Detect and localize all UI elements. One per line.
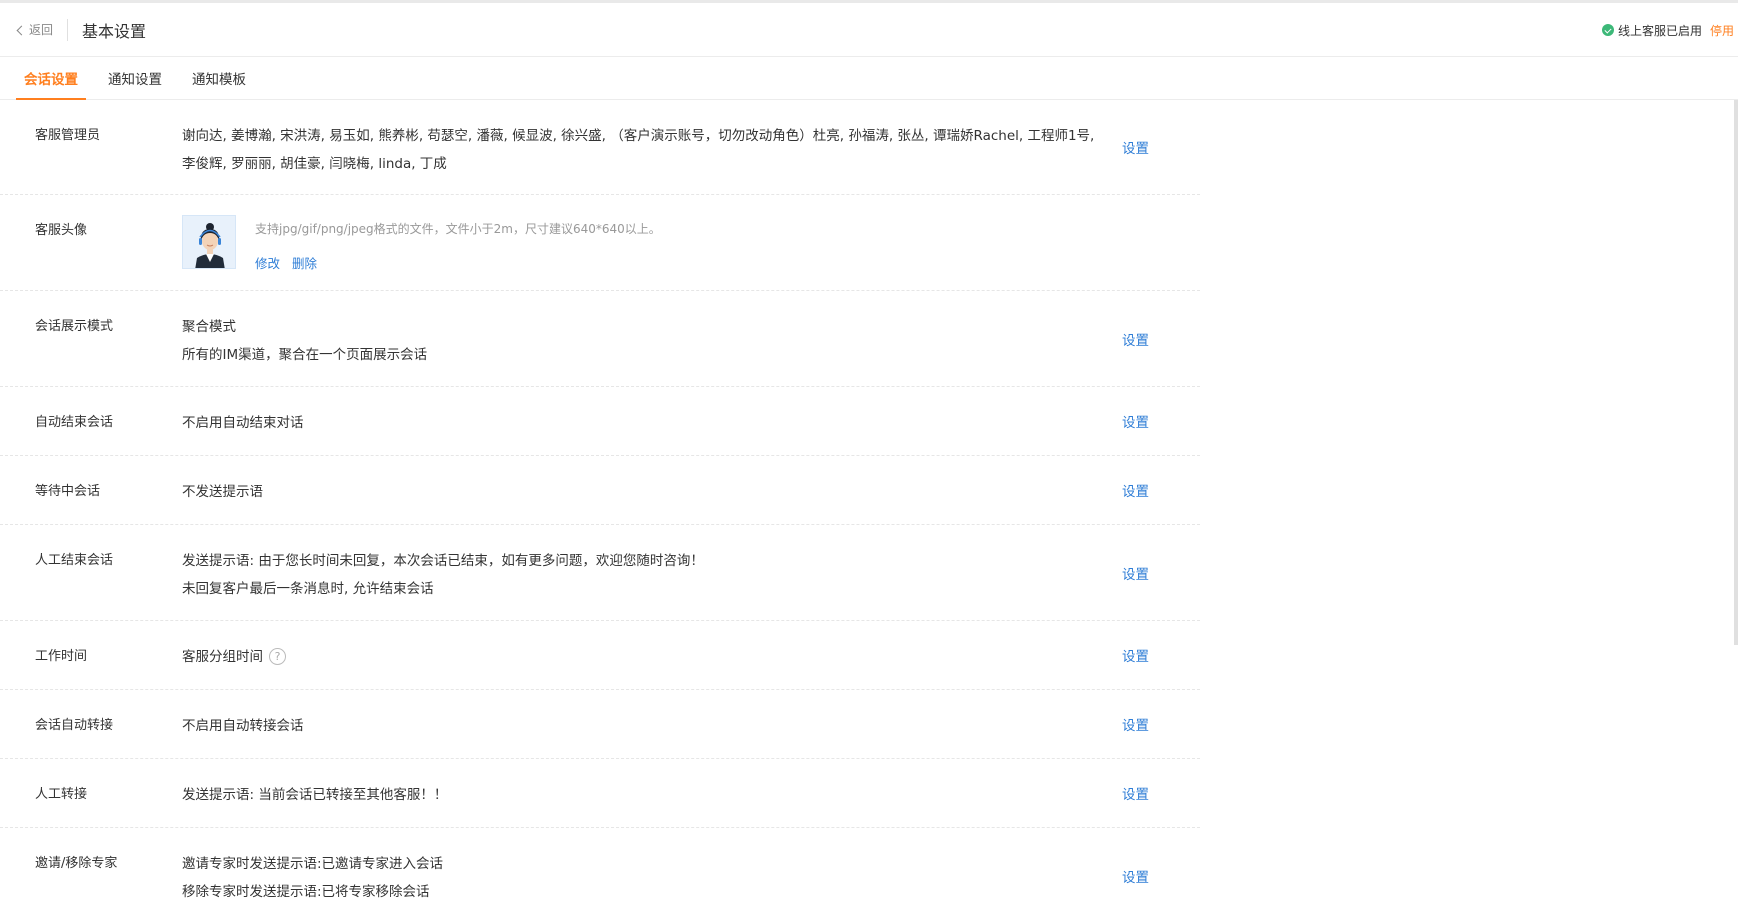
- status-text: 线上客服已启用: [1617, 23, 1702, 38]
- tab-notification-settings[interactable]: 通知设置: [100, 56, 170, 99]
- work-time-line1: 客服分组时间: [182, 649, 263, 665]
- scrollbar[interactable]: [1734, 100, 1738, 645]
- display-mode-line2: 所有的IM渠道，聚合在一个页面展示会话: [182, 347, 428, 363]
- row-admins: 客服管理员 谢向达, 姜博瀚, 宋洪涛, 易玉如, 熊养彬, 苟瑟空, 潘薇, …: [0, 100, 1200, 195]
- delete-avatar-link[interactable]: 删除: [292, 256, 317, 271]
- admins-line2: 李俊辉, 罗丽丽, 胡佳豪, 闫晓梅, linda, 丁成: [182, 156, 447, 172]
- row-label: 人工结束会话: [35, 553, 114, 568]
- row-label: 等待中会话: [35, 484, 101, 499]
- chevron-left-icon: [16, 25, 27, 35]
- avatar: [182, 215, 236, 269]
- avatar-actions: 修改 删除: [255, 254, 661, 274]
- expert-line1: 邀请专家时发送提示语:已邀请专家进入会话: [182, 856, 444, 872]
- manual-transfer-line1: 发送提示语: 当前会话已转接至其他客服！！: [182, 787, 448, 803]
- back-button[interactable]: 返回: [16, 21, 54, 38]
- manual-end-line1: 发送提示语: 由于您长时间未回复，本次会话已结束，如有更多问题，欢迎您随时咨询！: [182, 553, 704, 569]
- page-title: 基本设置: [82, 21, 147, 41]
- set-work-time-button[interactable]: 设置: [1122, 645, 1149, 665]
- row-waiting: 等待中会话 不发送提示语 设置: [0, 456, 1200, 525]
- row-manual-end: 人工结束会话 发送提示语: 由于您长时间未回复，本次会话已结束，如有更多问题，欢…: [0, 525, 1200, 621]
- row-value: 不启用自动结束对话: [182, 387, 1112, 455]
- row-label: 客服管理员: [35, 128, 101, 143]
- auto-end-line1: 不启用自动结束对话: [182, 415, 304, 431]
- row-value: 谢向达, 姜博瀚, 宋洪涛, 易玉如, 熊养彬, 苟瑟空, 潘薇, 候显波, 徐…: [182, 100, 1112, 194]
- row-value: 发送提示语: 由于您长时间未回复，本次会话已结束，如有更多问题，欢迎您随时咨询！…: [182, 525, 1112, 620]
- set-manual-end-button[interactable]: 设置: [1122, 563, 1149, 583]
- manual-end-line2: 未回复客户最后一条消息时, 允许结束会话: [182, 581, 434, 597]
- row-avatar: 客服头像 支持jpg/gif/png/jpeg格式的文件，文件小于2m，尺寸建议…: [0, 195, 1200, 291]
- back-label: 返回: [29, 23, 54, 37]
- tab-session-settings[interactable]: 会话设置: [16, 56, 86, 100]
- row-value: 不启用自动转接会话: [182, 690, 1112, 758]
- set-waiting-button[interactable]: 设置: [1122, 480, 1149, 500]
- disable-button[interactable]: 停用: [1710, 22, 1734, 39]
- admins-line1: 谢向达, 姜博瀚, 宋洪涛, 易玉如, 熊养彬, 苟瑟空, 潘薇, 候显波, 徐…: [182, 128, 1095, 144]
- row-label: 会话自动转接: [35, 718, 114, 733]
- display-mode-line1: 聚合模式: [182, 319, 236, 335]
- avatar-info: 支持jpg/gif/png/jpeg格式的文件，文件小于2m，尺寸建议640*6…: [255, 215, 661, 274]
- row-value: 不发送提示语: [182, 456, 1112, 524]
- service-status: 线上客服已启用 停用: [1601, 3, 1734, 57]
- row-manual-transfer: 人工转接 发送提示语: 当前会话已转接至其他客服！！ 设置: [0, 759, 1200, 828]
- row-expert: 邀请/移除专家 邀请专家时发送提示语:已邀请专家进入会话 移除专家时发送提示语:…: [0, 828, 1200, 910]
- row-value: 客服分组时间?: [182, 621, 1112, 689]
- page-header: 返回 基本设置 线上客服已启用 停用: [0, 3, 1738, 57]
- row-work-time: 工作时间 客服分组时间? 设置: [0, 621, 1200, 690]
- expert-line2: 移除专家时发送提示语:已将专家移除会话: [182, 884, 430, 900]
- set-auto-end-button[interactable]: 设置: [1122, 411, 1149, 431]
- set-manual-transfer-button[interactable]: 设置: [1122, 783, 1149, 803]
- agent-avatar-icon: [183, 216, 235, 268]
- row-label: 自动结束会话: [35, 415, 114, 430]
- row-value: 支持jpg/gif/png/jpeg格式的文件，文件小于2m，尺寸建议640*6…: [182, 195, 1112, 290]
- row-label: 工作时间: [35, 649, 88, 664]
- row-display-mode: 会话展示模式 聚合模式 所有的IM渠道，聚合在一个页面展示会话 设置: [0, 291, 1200, 387]
- row-label: 客服头像: [35, 223, 88, 238]
- settings-content: 客服管理员 谢向达, 姜博瀚, 宋洪涛, 易玉如, 熊养彬, 苟瑟空, 潘薇, …: [0, 100, 1738, 910]
- row-value: 聚合模式 所有的IM渠道，聚合在一个页面展示会话: [182, 291, 1112, 386]
- row-label: 会话展示模式: [35, 319, 114, 334]
- edit-avatar-link[interactable]: 修改: [255, 256, 280, 271]
- waiting-line1: 不发送提示语: [182, 484, 263, 500]
- avatar-section: 支持jpg/gif/png/jpeg格式的文件，文件小于2m，尺寸建议640*6…: [182, 215, 1112, 274]
- avatar-hint: 支持jpg/gif/png/jpeg格式的文件，文件小于2m，尺寸建议640*6…: [255, 222, 661, 236]
- check-circle-icon: [1601, 24, 1614, 36]
- row-auto-end: 自动结束会话 不启用自动结束对话 设置: [0, 387, 1200, 456]
- help-icon[interactable]: ?: [269, 647, 286, 665]
- set-expert-button[interactable]: 设置: [1122, 866, 1149, 886]
- tab-notification-templates[interactable]: 通知模板: [184, 56, 254, 99]
- tab-bar: 会话设置 通知设置 通知模板: [0, 57, 1738, 100]
- header-divider: [67, 18, 69, 41]
- set-auto-transfer-button[interactable]: 设置: [1122, 714, 1149, 734]
- row-label: 人工转接: [35, 787, 88, 802]
- auto-transfer-line1: 不启用自动转接会话: [182, 718, 304, 734]
- row-value: 邀请专家时发送提示语:已邀请专家进入会话 移除专家时发送提示语:已将专家移除会话: [182, 828, 1112, 910]
- row-auto-transfer: 会话自动转接 不启用自动转接会话 设置: [0, 690, 1200, 759]
- row-label: 邀请/移除专家: [35, 856, 118, 871]
- row-value: 发送提示语: 当前会话已转接至其他客服！！: [182, 759, 1112, 827]
- set-display-mode-button[interactable]: 设置: [1122, 329, 1149, 349]
- set-admins-button[interactable]: 设置: [1122, 137, 1149, 157]
